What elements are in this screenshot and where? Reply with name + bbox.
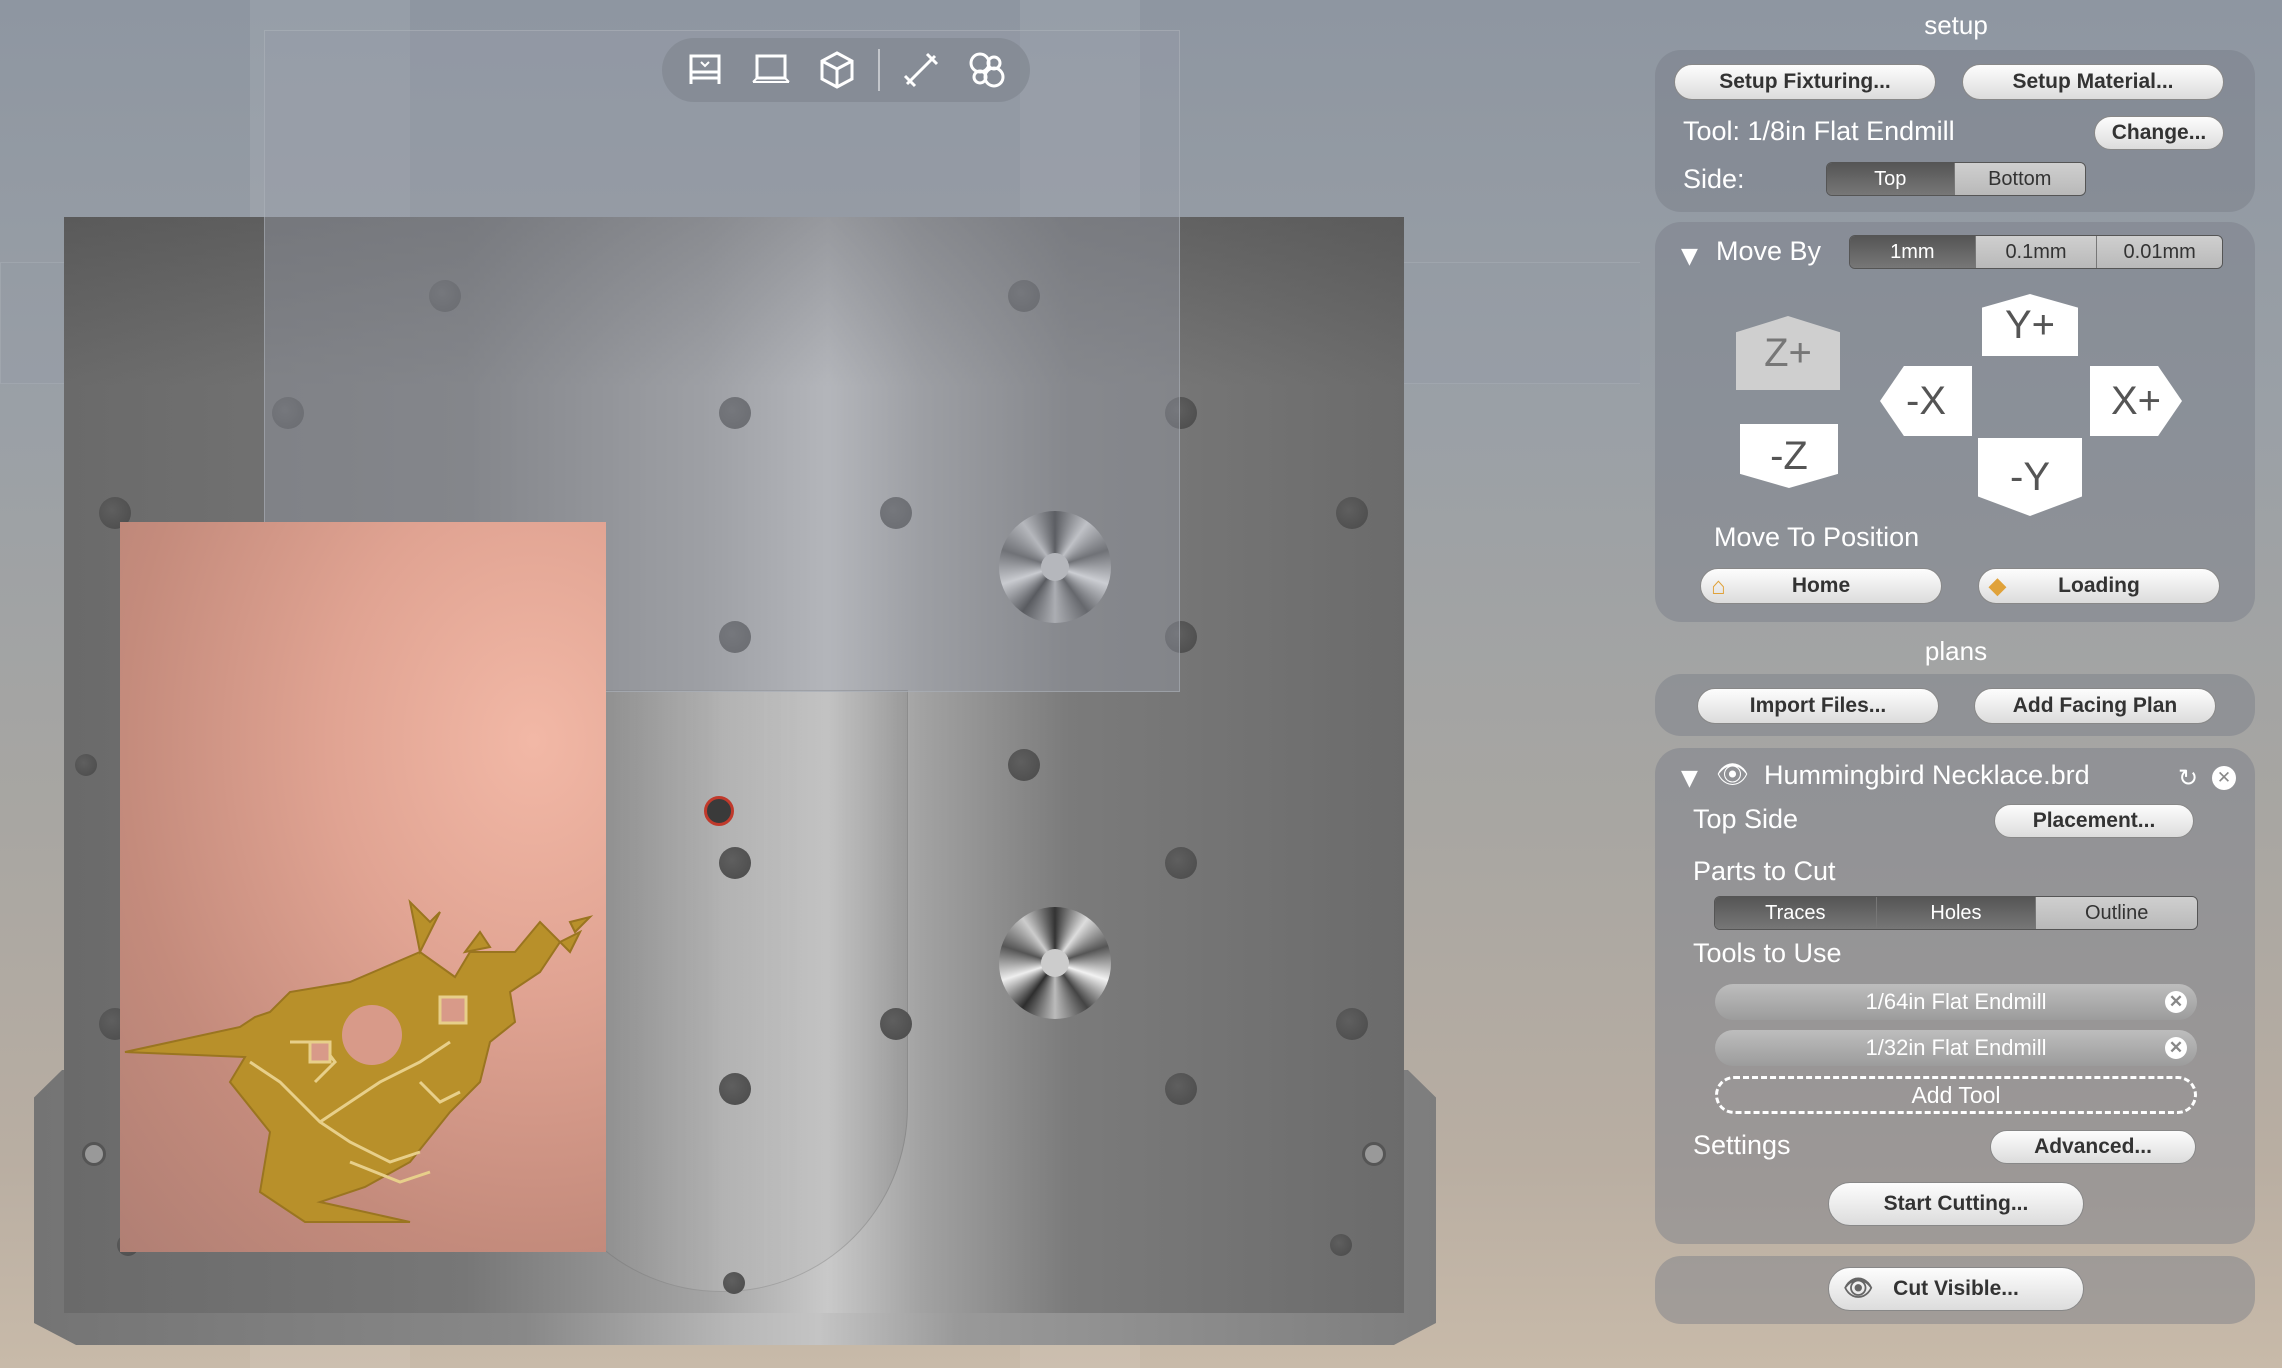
plan-file-name: Hummingbird Necklace.brd bbox=[1764, 760, 2090, 790]
origin-marker[interactable] bbox=[704, 796, 734, 826]
plate-hole bbox=[1165, 1073, 1197, 1105]
change-tool-button[interactable]: Change... bbox=[2094, 116, 2224, 150]
side-option-bottom[interactable]: Bottom bbox=[1953, 163, 2085, 195]
eye-icon: 👁 bbox=[1843, 1275, 1874, 1302]
tool-label: Tool: 1/8in Flat Endmill bbox=[1683, 116, 1955, 146]
view-toolbar bbox=[662, 38, 1030, 102]
plate-hole bbox=[719, 1073, 751, 1105]
disclosure-triangle-icon[interactable]: ▼ bbox=[1681, 244, 1698, 269]
move-to-position-label: Move To Position bbox=[1714, 522, 1920, 552]
parts-option-traces[interactable]: Traces bbox=[1715, 897, 1876, 929]
remove-tool-icon[interactable]: ✕ bbox=[2165, 991, 2187, 1013]
measure-icon[interactable] bbox=[896, 45, 946, 95]
tool-pill-label: 1/32in Flat Endmill bbox=[1865, 1035, 2047, 1060]
add-facing-plan-button[interactable]: Add Facing Plan bbox=[1974, 688, 2216, 724]
base-screw bbox=[1362, 1142, 1386, 1166]
parts-to-cut-label: Parts to Cut bbox=[1693, 856, 1836, 886]
advanced-button[interactable]: Advanced... bbox=[1990, 1130, 2196, 1164]
toolbar-separator bbox=[878, 49, 880, 91]
side-selector: Top Bottom bbox=[1826, 162, 2086, 196]
import-files-button[interactable]: Import Files... bbox=[1697, 688, 1939, 724]
plate-hole bbox=[880, 1008, 912, 1040]
tool-pill[interactable]: 1/32in Flat Endmill ✕ bbox=[1715, 1030, 2197, 1066]
step-option-0.1mm[interactable]: 0.1mm bbox=[1974, 236, 2097, 268]
start-cutting-button[interactable]: Start Cutting... bbox=[1828, 1182, 2084, 1226]
parts-option-holes[interactable]: Holes bbox=[1875, 897, 2036, 929]
top-side-label: Top Side bbox=[1693, 804, 1799, 834]
plate-hole bbox=[1165, 847, 1197, 879]
plate-hole bbox=[719, 847, 751, 879]
loading-button[interactable]: ◆ Loading bbox=[1978, 568, 2220, 604]
side-label: Side: bbox=[1683, 164, 1745, 194]
plate-hole bbox=[723, 1272, 745, 1294]
countersunk-hole bbox=[999, 907, 1111, 1019]
plate-hole bbox=[1008, 749, 1040, 781]
settings-gears-icon[interactable] bbox=[962, 45, 1012, 95]
home-button-label: Home bbox=[1791, 574, 1851, 597]
plate-hole bbox=[1336, 497, 1368, 529]
setup-material-button[interactable]: Setup Material... bbox=[1962, 64, 2224, 100]
plans-heading: plans bbox=[1924, 636, 1988, 666]
cut-visible-button[interactable]: 👁 Cut Visible... bbox=[1828, 1267, 2084, 1311]
plate-hole bbox=[1336, 1008, 1368, 1040]
tool-pill-label: 1/64in Flat Endmill bbox=[1865, 989, 2047, 1014]
step-option-1mm[interactable]: 1mm bbox=[1850, 236, 1975, 268]
plate-hole bbox=[1330, 1234, 1352, 1256]
move-by-label: Move By bbox=[1716, 236, 1822, 266]
top-view-icon[interactable] bbox=[680, 45, 730, 95]
3d-viewport[interactable] bbox=[0, 0, 1640, 1368]
home-icon: ⌂ bbox=[1711, 573, 1726, 600]
tools-to-use-label: Tools to Use bbox=[1693, 938, 1842, 968]
step-option-0.01mm[interactable]: 0.01mm bbox=[2096, 236, 2222, 268]
side-option-top[interactable]: Top bbox=[1827, 163, 1954, 195]
loading-button-label: Loading bbox=[2058, 574, 2140, 597]
placement-button[interactable]: Placement... bbox=[1994, 804, 2194, 838]
step-selector: 1mm 0.1mm 0.01mm bbox=[1849, 235, 2223, 269]
settings-label: Settings bbox=[1693, 1130, 1791, 1160]
add-tool-button[interactable]: Add Tool bbox=[1715, 1076, 2197, 1114]
front-view-icon[interactable] bbox=[746, 45, 796, 95]
setup-fixturing-button[interactable]: Setup Fixturing... bbox=[1674, 64, 1936, 100]
parts-option-outline[interactable]: Outline bbox=[2035, 897, 2197, 929]
setup-heading: setup bbox=[1924, 10, 1988, 40]
parts-selector: Traces Holes Outline bbox=[1714, 896, 2198, 930]
pcb-board[interactable] bbox=[120, 522, 606, 1252]
eye-icon[interactable]: 👁 bbox=[1716, 760, 1749, 790]
loading-icon: ◆ bbox=[1989, 573, 2006, 598]
iso-view-icon[interactable] bbox=[812, 45, 862, 95]
reload-icon[interactable]: ↻ bbox=[2178, 764, 2198, 792]
hummingbird-traces bbox=[124, 898, 594, 1223]
tool-pill[interactable]: 1/64in Flat Endmill ✕ bbox=[1715, 984, 2197, 1020]
base-screw bbox=[82, 1142, 106, 1166]
disclosure-triangle-icon[interactable]: ▼ bbox=[1681, 766, 1698, 791]
plate-hole bbox=[75, 754, 97, 776]
home-button[interactable]: ⌂ Home bbox=[1700, 568, 1942, 604]
cut-visible-label: Cut Visible... bbox=[1893, 1277, 2019, 1300]
close-plan-icon[interactable]: ✕ bbox=[2212, 766, 2236, 790]
remove-tool-icon[interactable]: ✕ bbox=[2165, 1037, 2187, 1059]
